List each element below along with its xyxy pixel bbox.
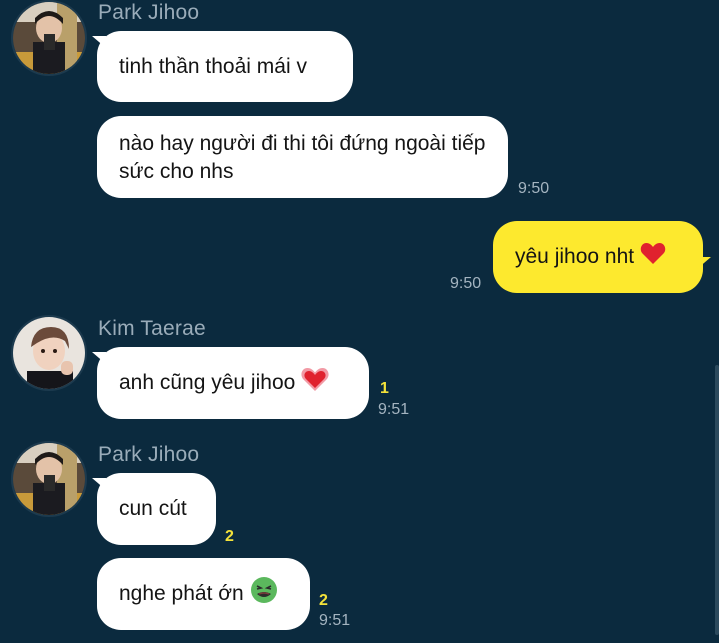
my-message-bubble[interactable]: yêu jihoo nht [493, 221, 703, 293]
sender-name: Kim Taerae [98, 317, 206, 340]
avatar-park-jihoo[interactable] [11, 441, 87, 517]
sender-name: Park Jihoo [98, 1, 200, 24]
message-time: 9:50 [518, 180, 550, 197]
message-bubble[interactable]: nào hay người đi thi tôi đứng ngoài tiếp… [97, 116, 508, 198]
unread-count: 2 [319, 592, 328, 609]
scrollbar[interactable] [715, 365, 719, 635]
message-text: cun cút [119, 497, 187, 520]
sender-name: Park Jihoo [98, 443, 200, 466]
nauseated-face-icon [250, 576, 278, 612]
unread-count: 2 [225, 528, 234, 545]
message-time: 9:51 [319, 612, 351, 629]
message-text: nào hay người đi thi tôi đứng ngoài tiếp… [119, 132, 486, 183]
message-text: yêu jihoo nht [515, 245, 635, 268]
heart-icon [640, 241, 666, 273]
avatar-kim-taerae[interactable] [11, 315, 87, 391]
message-bubble[interactable]: cun cút [97, 473, 216, 545]
message-time: 9:51 [378, 401, 410, 418]
message-bubble[interactable]: tinh thần thoải mái v [97, 31, 353, 102]
unread-count: 1 [380, 380, 389, 397]
message-text: nghe phát ớn [119, 582, 244, 605]
message-text: tinh thần thoải mái v [119, 54, 307, 78]
message-text: anh cũng yêu jihoo [119, 371, 296, 394]
growing-heart-icon [301, 366, 329, 400]
avatar-park-jihoo[interactable] [11, 0, 87, 76]
message-bubble[interactable]: anh cũng yêu jihoo [97, 347, 369, 419]
message-time: 9:50 [450, 275, 482, 292]
bubble-tail [697, 257, 711, 269]
message-bubble[interactable]: nghe phát ớn [97, 558, 310, 630]
